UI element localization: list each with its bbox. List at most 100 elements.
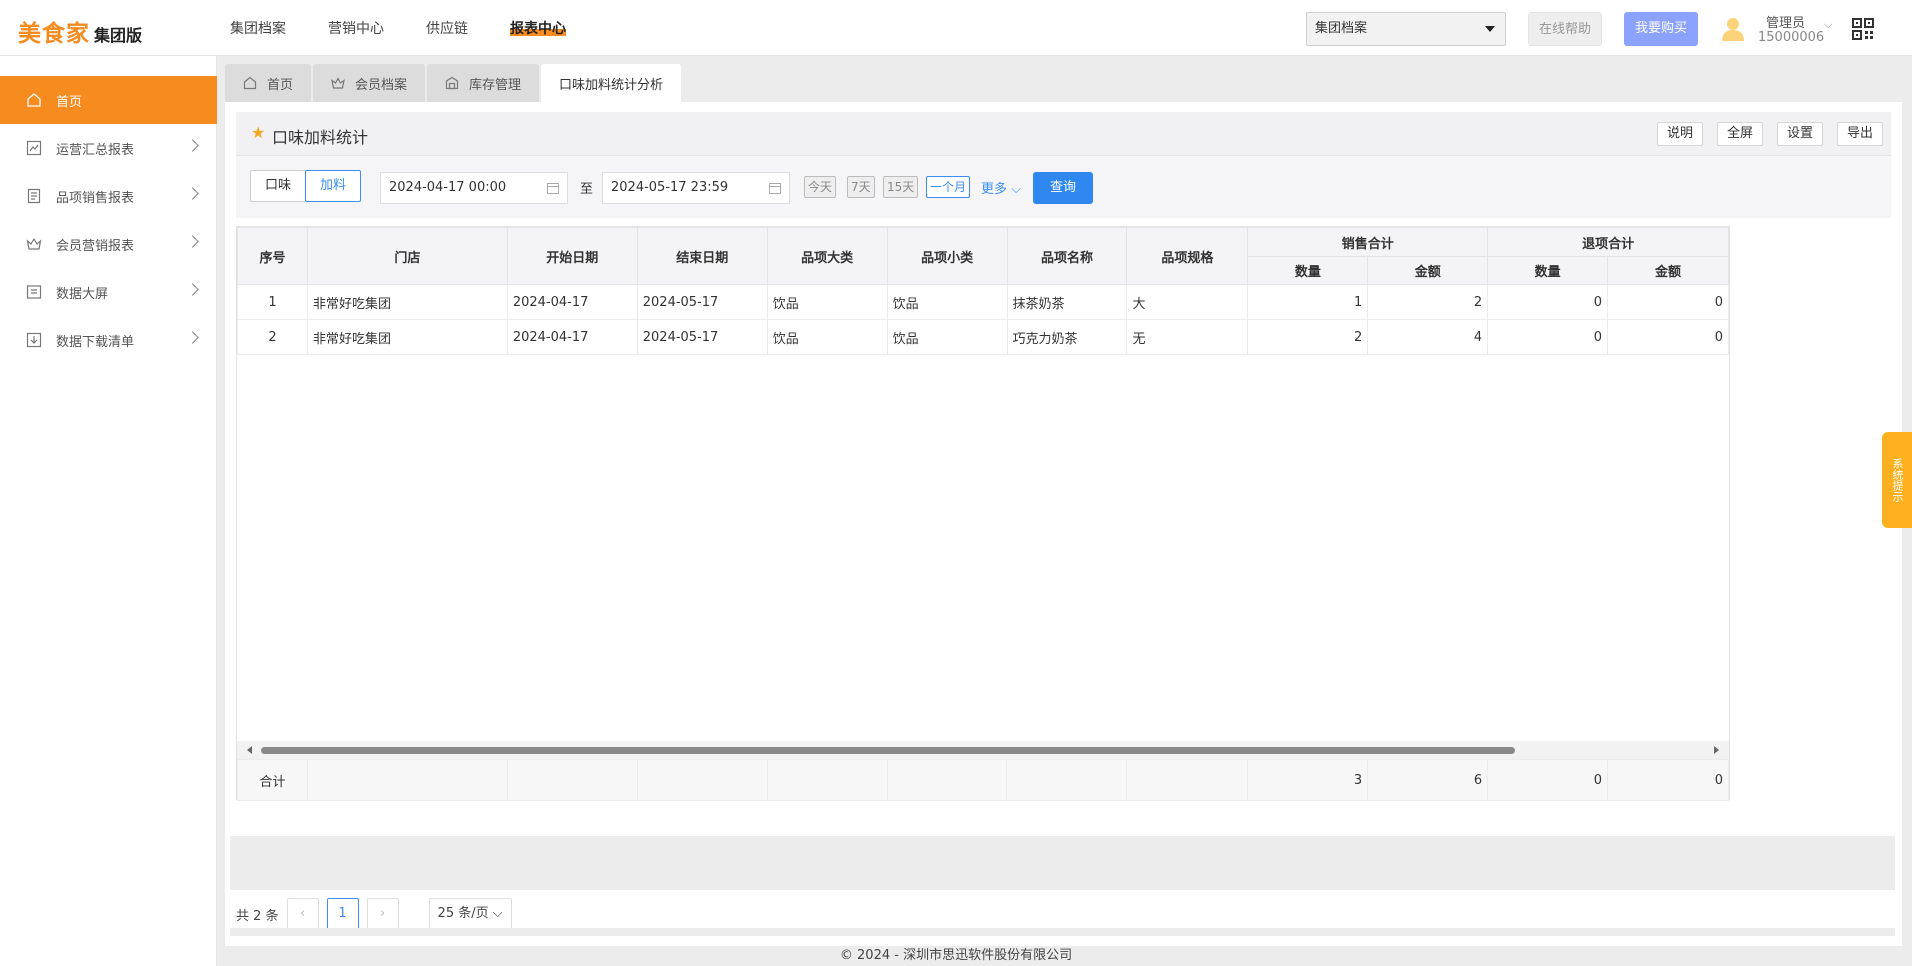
- horizontal-scrollbar[interactable]: [237, 741, 1729, 759]
- summary-sales-amount: 6: [1367, 759, 1489, 801]
- col-header-refund-qty[interactable]: 数量: [1487, 256, 1609, 285]
- spacer-band: [230, 836, 1895, 890]
- logo-main-text: 美食家: [18, 21, 90, 47]
- tab-flavor-topping-analysis[interactable]: 口味加料统计分析: [541, 64, 682, 102]
- col-header-sales-amount[interactable]: 金额: [1367, 256, 1489, 285]
- col-header-category-big[interactable]: 品项大类: [766, 227, 888, 285]
- quick-today-button[interactable]: 今天: [804, 176, 837, 198]
- brand-logo[interactable]: 美食家 集团版: [18, 14, 142, 48]
- sidebar-item-member-marketing[interactable]: 会员营销报表: [0, 220, 217, 268]
- sidebar-item-label: 数据下载清单: [56, 334, 135, 350]
- help-button[interactable]: 说明: [1656, 122, 1703, 146]
- col-header-end-date[interactable]: 结束日期: [636, 227, 768, 285]
- top-nav: 集团档案 营销中心 供应链 报表中心: [230, 18, 608, 38]
- system-tip-button[interactable]: 系统提示: [1882, 432, 1912, 528]
- page-number-button[interactable]: 1: [326, 898, 359, 930]
- cell-store: 非常好吃集团: [306, 284, 508, 320]
- col-header-store[interactable]: 门店: [306, 227, 508, 285]
- col-header-index[interactable]: 序号: [237, 227, 308, 285]
- col-header-refund-amount[interactable]: 金额: [1607, 256, 1729, 285]
- sidebar: 首页 运营汇总报表 品项销售报表 会员营销报表 数据大屏 数据下载清单: [0, 56, 217, 966]
- download-list-icon: [26, 332, 42, 348]
- calendar-icon: [769, 183, 781, 194]
- tab-inventory[interactable]: 库存管理: [427, 64, 540, 102]
- summary-empty: [886, 759, 1008, 801]
- quick-7days-button[interactable]: 7天: [847, 176, 875, 198]
- quick-month-button[interactable]: 一个月: [926, 176, 971, 198]
- chevron-right-icon: [186, 187, 199, 200]
- summary-empty: [306, 759, 508, 801]
- tab-label: 库存管理: [469, 77, 522, 93]
- start-date-input[interactable]: 2024-04-17 00:00: [380, 172, 568, 204]
- home-icon: [27, 93, 41, 107]
- segment-flavor[interactable]: 口味: [250, 170, 306, 202]
- topnav-supply-chain[interactable]: 供应链: [426, 18, 468, 38]
- buy-button[interactable]: 我要购买: [1624, 12, 1698, 46]
- table-row[interactable]: 1 非常好吃集团 2024-04-17 2024-05-17 饮品 饮品 抹茶奶…: [237, 284, 1729, 320]
- star-icon[interactable]: ★: [251, 123, 265, 142]
- filter-bar: 口味 加料 2024-04-17 00:00 至 2024-05-17 23:5…: [236, 156, 1891, 218]
- page-size-value: 25 条/页: [437, 906, 489, 921]
- col-header-sales-qty[interactable]: 数量: [1247, 256, 1369, 285]
- quick-15days-button[interactable]: 15天: [883, 176, 919, 198]
- col-header-spec[interactable]: 品项规格: [1126, 227, 1249, 285]
- tab-member-archive[interactable]: 会员档案: [313, 64, 426, 102]
- summary-empty: [1006, 759, 1128, 801]
- query-button[interactable]: 查询: [1033, 172, 1093, 204]
- end-date-input[interactable]: 2024-05-17 23:59: [602, 172, 790, 204]
- tab-label: 口味加料统计分析: [559, 77, 664, 93]
- qr-code-icon[interactable]: [1852, 18, 1874, 40]
- more-button[interactable]: 更多 ⌵: [981, 178, 1021, 197]
- col-header-category-small[interactable]: 品项小类: [886, 227, 1008, 285]
- sidebar-item-label: 首页: [56, 94, 83, 110]
- home-icon: [243, 76, 257, 90]
- crown-icon: [26, 237, 42, 250]
- start-date-value: 2024-04-17 00:00: [389, 180, 507, 195]
- segment-topping[interactable]: 加料: [305, 170, 362, 202]
- title-bar: ★ 口味加料统计 说明 全屏 设置 导出: [236, 112, 1891, 156]
- scroll-left-icon[interactable]: [247, 746, 252, 754]
- chevron-right-icon: [186, 235, 199, 248]
- cell-category-small: 饮品: [886, 319, 1008, 355]
- cell-sales-qty: 2: [1247, 319, 1369, 355]
- sidebar-item-ops-summary[interactable]: 运营汇总报表: [0, 124, 217, 172]
- user-avatar-icon: [1722, 18, 1744, 41]
- sidebar-item-home[interactable]: 首页: [0, 76, 217, 124]
- user-menu[interactable]: 管理员 ⌵ 15000006: [1720, 10, 1840, 50]
- tab-home[interactable]: 首页: [225, 64, 312, 102]
- topnav-report-center[interactable]: 报表中心: [510, 18, 566, 38]
- next-page-button[interactable]: ›: [366, 898, 399, 930]
- pagination: 共 2 条 ‹ 1 › 25 条/页 ⌵: [236, 898, 512, 930]
- scrollbar-thumb[interactable]: [261, 747, 1515, 754]
- col-header-item-name[interactable]: 品项名称: [1006, 227, 1128, 285]
- tab-label: 会员档案: [355, 77, 408, 93]
- col-group-refund: 退项合计: [1487, 227, 1729, 257]
- settings-button[interactable]: 设置: [1776, 122, 1823, 146]
- export-button[interactable]: 导出: [1836, 122, 1883, 146]
- sidebar-item-data-screen[interactable]: 数据大屏: [0, 268, 217, 316]
- chevron-down-icon: ⌵: [1007, 182, 1022, 197]
- org-select[interactable]: 集团档案: [1306, 12, 1506, 46]
- prev-page-button[interactable]: ‹: [286, 898, 319, 930]
- cell-sales-qty: 1: [1247, 284, 1369, 320]
- cell-refund-amount: 0: [1607, 284, 1729, 320]
- chevron-right-icon: [186, 283, 199, 296]
- fullscreen-button[interactable]: 全屏: [1716, 122, 1763, 146]
- summary-refund-qty: 0: [1487, 759, 1609, 801]
- col-group-sales: 销售合计: [1247, 227, 1489, 257]
- summary-sales-qty: 3: [1247, 759, 1369, 801]
- topnav-group-archive[interactable]: 集团档案: [230, 18, 286, 38]
- col-header-start-date[interactable]: 开始日期: [506, 227, 638, 285]
- cell-sales-amount: 4: [1367, 319, 1489, 355]
- end-date-value: 2024-05-17 23:59: [611, 180, 729, 195]
- topnav-marketing[interactable]: 营销中心: [328, 18, 384, 38]
- table-row[interactable]: 2 非常好吃集团 2024-04-17 2024-05-17 饮品 饮品 巧克力…: [237, 319, 1729, 355]
- online-help-button[interactable]: 在线帮助: [1528, 12, 1602, 46]
- page-size-select[interactable]: 25 条/页 ⌵: [428, 898, 512, 930]
- cell-refund-amount: 0: [1607, 319, 1729, 355]
- sidebar-item-item-sales[interactable]: 品项销售报表: [0, 172, 217, 220]
- scroll-right-icon[interactable]: [1714, 746, 1719, 754]
- sidebar-item-label: 运营汇总报表: [56, 142, 135, 158]
- sidebar-item-download-list[interactable]: 数据下载清单: [0, 316, 217, 364]
- screen-icon: [26, 285, 42, 299]
